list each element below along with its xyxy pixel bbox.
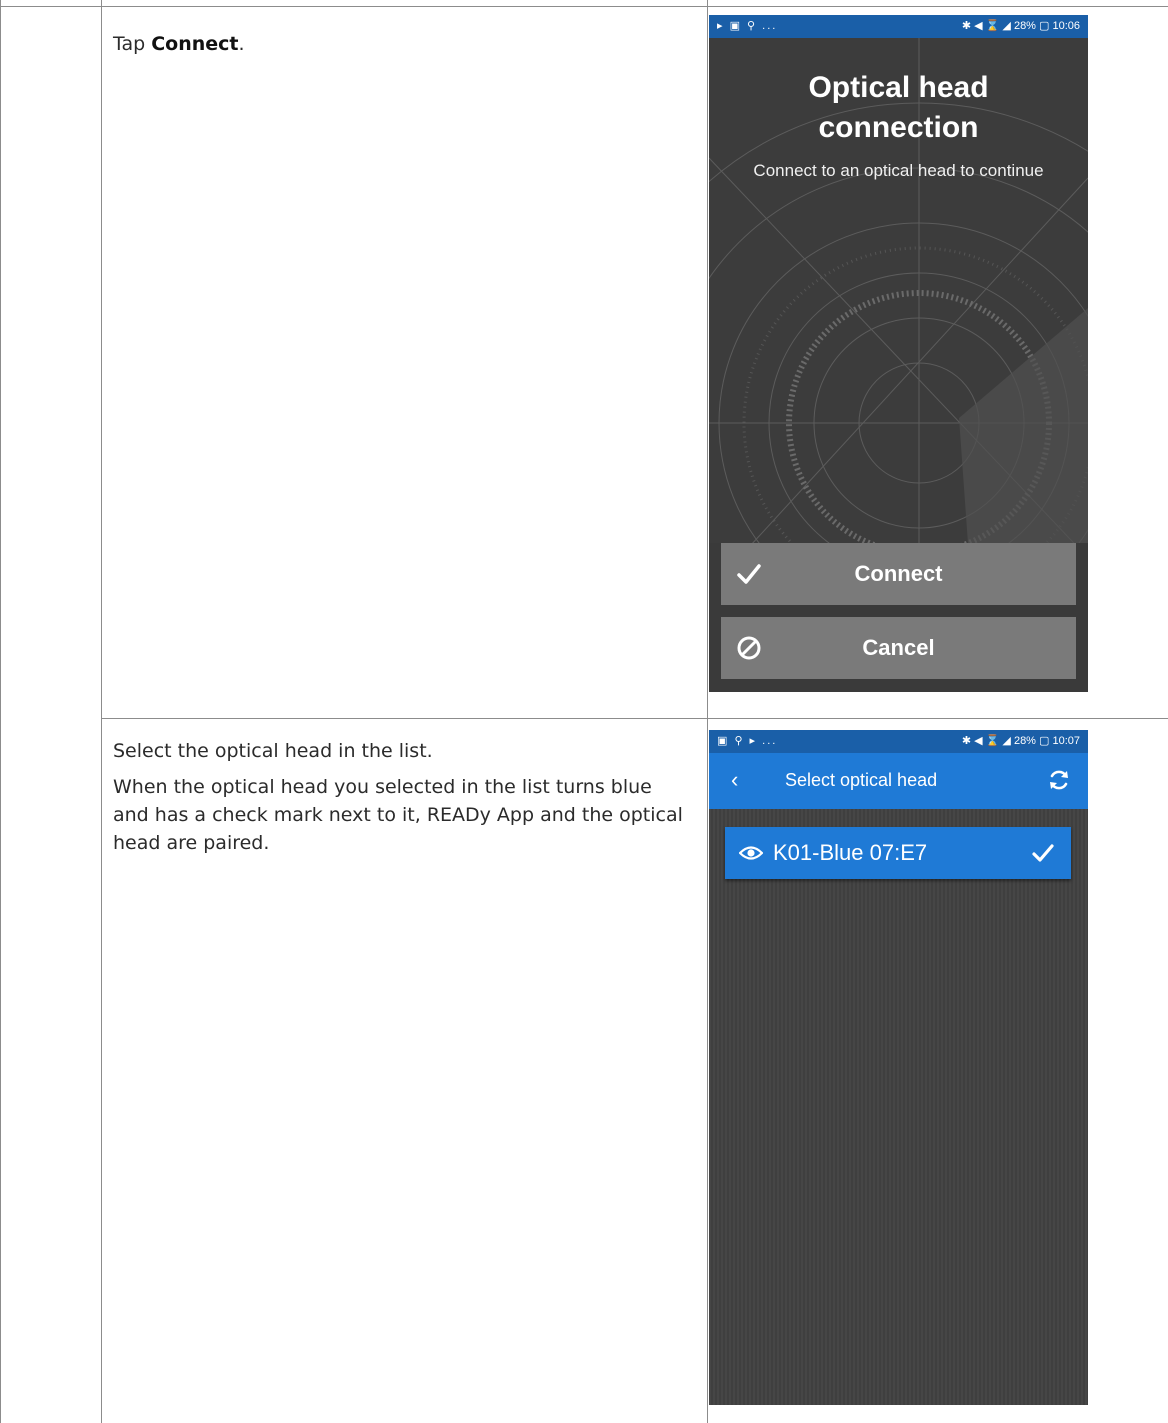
status-bar: ▣ ⚲ ▸ ... ✱ ◀ ⌛ ◢ 28% ▢ 10:07 (709, 730, 1088, 753)
back-icon[interactable]: ‹ (731, 767, 738, 793)
screen-subtitle: Connect to an optical head to continue (753, 161, 1044, 180)
screen-title-line-1: Optical head (808, 71, 989, 104)
connect-button[interactable]: Connect (721, 543, 1076, 605)
table-row-divider (101, 718, 1168, 719)
status-bar: ▸ ▣ ⚲ ... ✱ ◀ ⌛ ◢ 28% ▢ 10:06 (709, 15, 1088, 38)
eye-icon (739, 846, 763, 860)
app-bar-title: Select optical head (785, 770, 938, 790)
optical-head-list-item[interactable]: K01-Blue 07:E7 (725, 827, 1071, 879)
refresh-icon[interactable] (1046, 767, 1072, 793)
step-2-paragraph-2: When the optical head you selected in th… (113, 776, 683, 854)
select-head-screenshot: ▣ ⚲ ▸ ... ✱ ◀ ⌛ ◢ 28% ▢ 10:07 ‹ Select o… (709, 730, 1088, 1405)
step-1-keyword: Connect (151, 33, 239, 55)
status-bar-system: ✱ ◀ ⌛ ◢ 28% ▢ 10:07 (961, 735, 1080, 747)
cancel-button[interactable]: Cancel (721, 617, 1076, 679)
optical-head-name: K01-Blue 07:E7 (773, 840, 928, 865)
cancel-button-label: Cancel (862, 635, 935, 660)
screen-title-line-2: connection (818, 111, 979, 144)
step-1-instruction: Tap Connect. (113, 30, 245, 58)
table-border-left (0, 0, 1, 1423)
step-2-paragraph-1: Select the optical head in the list. (113, 740, 433, 762)
table-border-top (0, 6, 1168, 7)
status-bar-system: ✱ ◀ ⌛ ◢ 28% ▢ 10:06 (961, 20, 1080, 32)
step-1-prefix: Tap (113, 33, 152, 55)
screen-title: Optical head connection (709, 68, 1088, 148)
connect-button-label: Connect (854, 561, 943, 586)
step-1-suffix: . (238, 33, 245, 55)
step-2-instruction: Select the optical head in the list. Whe… (113, 737, 683, 857)
status-bar-notifications: ▣ ⚲ ▸ ... (717, 735, 778, 747)
list-background (709, 809, 1088, 1405)
table-border-col2 (707, 0, 708, 1423)
table-border-col1 (101, 0, 102, 1423)
checkmark-icon (1032, 844, 1054, 862)
app-bar: ‹ Select optical head (709, 753, 1088, 809)
connection-screenshot: ▸ ▣ ⚲ ... ✱ ◀ ⌛ ◢ 28% ▢ 10:06 Optical he… (709, 15, 1088, 692)
status-bar-notifications: ▸ ▣ ⚲ ... (717, 20, 778, 32)
